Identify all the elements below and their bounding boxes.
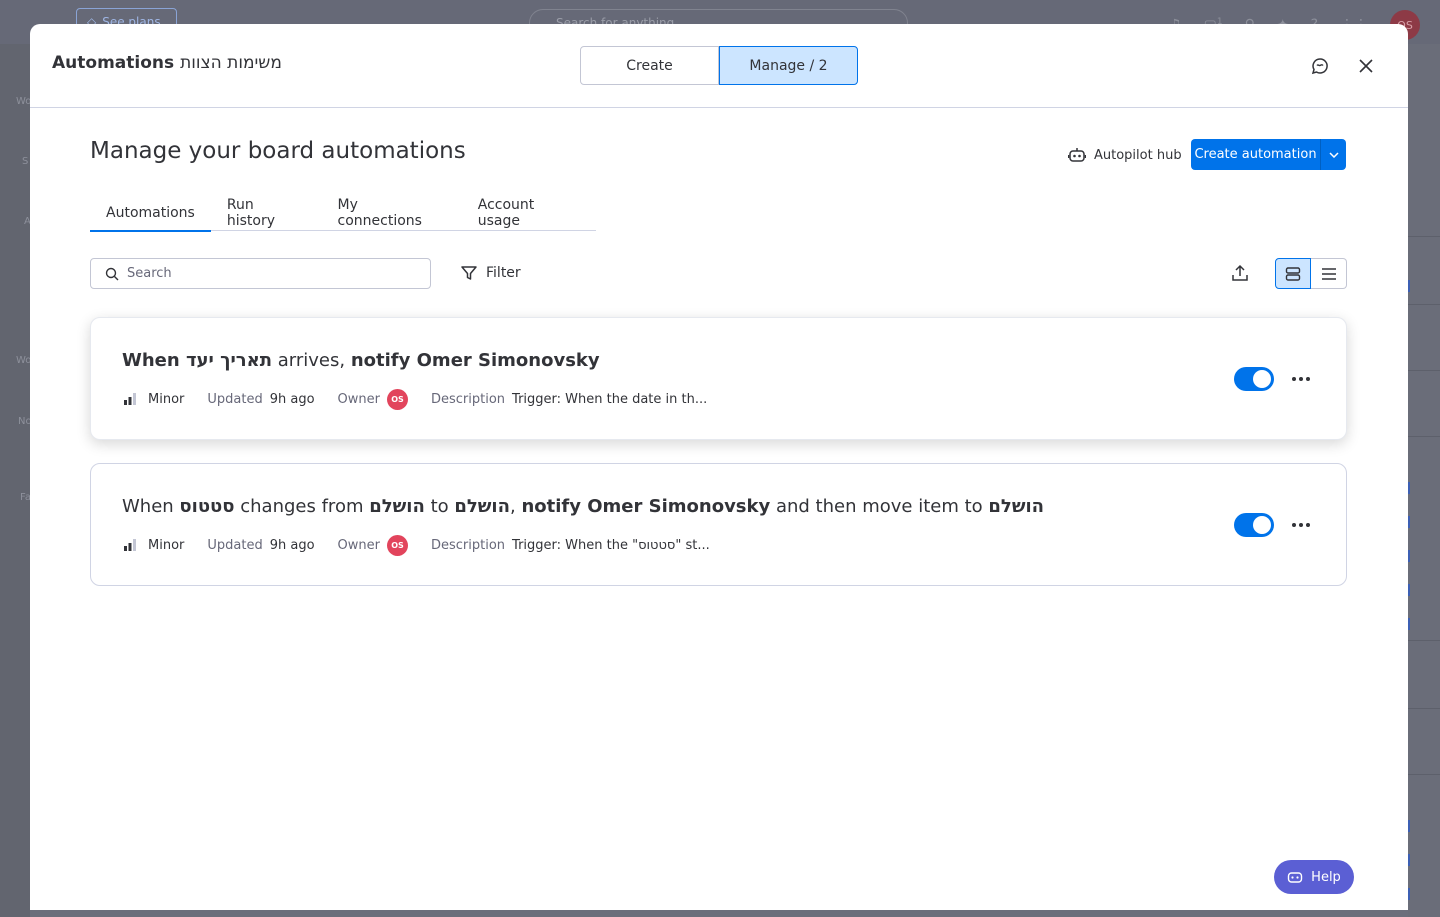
more-options-icon[interactable] (1289, 367, 1313, 391)
description: Description Trigger: When the "סטטוס" st… (431, 537, 710, 553)
feedback-icon[interactable] (1308, 54, 1332, 78)
list-view-icon (1321, 267, 1336, 280)
mode-switch: Create Manage / 2 (580, 46, 858, 85)
card-view-button[interactable] (1275, 258, 1311, 289)
sidebar-label: S (22, 156, 29, 167)
updated: Updated 9h ago (207, 391, 315, 407)
automation-tabs: Automations Run history My connections A… (90, 195, 596, 232)
impact: Minor (123, 538, 184, 553)
owner-avatar[interactable]: OS (387, 388, 408, 410)
automation-title: When סטטוס changes from הושלם to הושלם, … (122, 496, 1045, 517)
create-automation-button-group: Create automation (1191, 139, 1346, 170)
search-input[interactable]: Search (90, 258, 431, 289)
search-placeholder: Search (127, 266, 172, 281)
create-tab-button[interactable]: Create (580, 46, 719, 85)
tab-run-history[interactable]: Run history (211, 195, 322, 231)
filter-button[interactable]: Filter (460, 262, 521, 284)
automation-meta: Minor Updated 9h ago Owner OS Descriptio… (123, 534, 733, 556)
more-options-icon[interactable] (1289, 513, 1313, 537)
automation-toggle[interactable] (1234, 367, 1274, 391)
automation-meta: Minor Updated 9h ago Owner OS Descriptio… (123, 388, 730, 410)
owner: Owner OS (338, 534, 408, 556)
owner-avatar[interactable]: OS (387, 534, 408, 556)
page-title: Manage your board automations (90, 138, 466, 164)
updated: Updated 9h ago (207, 537, 315, 553)
automations-modal: Automations משימות הצוות Create Manage /… (30, 24, 1408, 910)
tab-account-usage[interactable]: Account usage (462, 195, 596, 231)
background-board (1408, 44, 1440, 917)
board-name: משימות הצוות (180, 53, 282, 73)
create-automation-dropdown[interactable] (1320, 139, 1346, 170)
close-icon[interactable] (1354, 54, 1378, 78)
filter-icon (461, 266, 477, 280)
background-sidebar (0, 44, 30, 917)
robot-icon (1287, 872, 1303, 883)
card-view-icon (1285, 266, 1301, 281)
description: Description Trigger: When the date in th… (431, 391, 708, 407)
signal-bars-icon (124, 393, 136, 405)
signal-bars-icon (124, 539, 136, 551)
list-view-button[interactable] (1311, 258, 1347, 289)
view-toggle (1275, 258, 1347, 289)
help-button[interactable]: Help (1274, 860, 1354, 894)
automation-card[interactable]: When תאריך יעד arrives, notify Omer Simo… (90, 317, 1347, 440)
tab-my-connections[interactable]: My connections (322, 195, 462, 231)
autopilot-hub-button[interactable]: Autopilot hub (1068, 144, 1182, 166)
manage-tab-button[interactable]: Manage / 2 (719, 46, 858, 85)
robot-icon (1068, 148, 1086, 162)
modal-header: Automations משימות הצוות Create Manage /… (30, 24, 1408, 108)
automation-toggle[interactable] (1234, 513, 1274, 537)
automation-title: When תאריך יעד arrives, notify Omer Simo… (122, 350, 600, 371)
export-icon[interactable] (1230, 263, 1252, 285)
automation-card[interactable]: When סטטוס changes from הושלם to הושלם, … (90, 463, 1347, 586)
owner: Owner OS (338, 388, 408, 410)
search-icon (105, 267, 119, 280)
impact: Minor (123, 392, 184, 407)
tab-automations[interactable]: Automations (90, 195, 211, 232)
modal-title: Automations משימות הצוות (52, 53, 282, 73)
chevron-down-icon (1328, 151, 1339, 158)
create-automation-button[interactable]: Create automation (1191, 139, 1320, 170)
